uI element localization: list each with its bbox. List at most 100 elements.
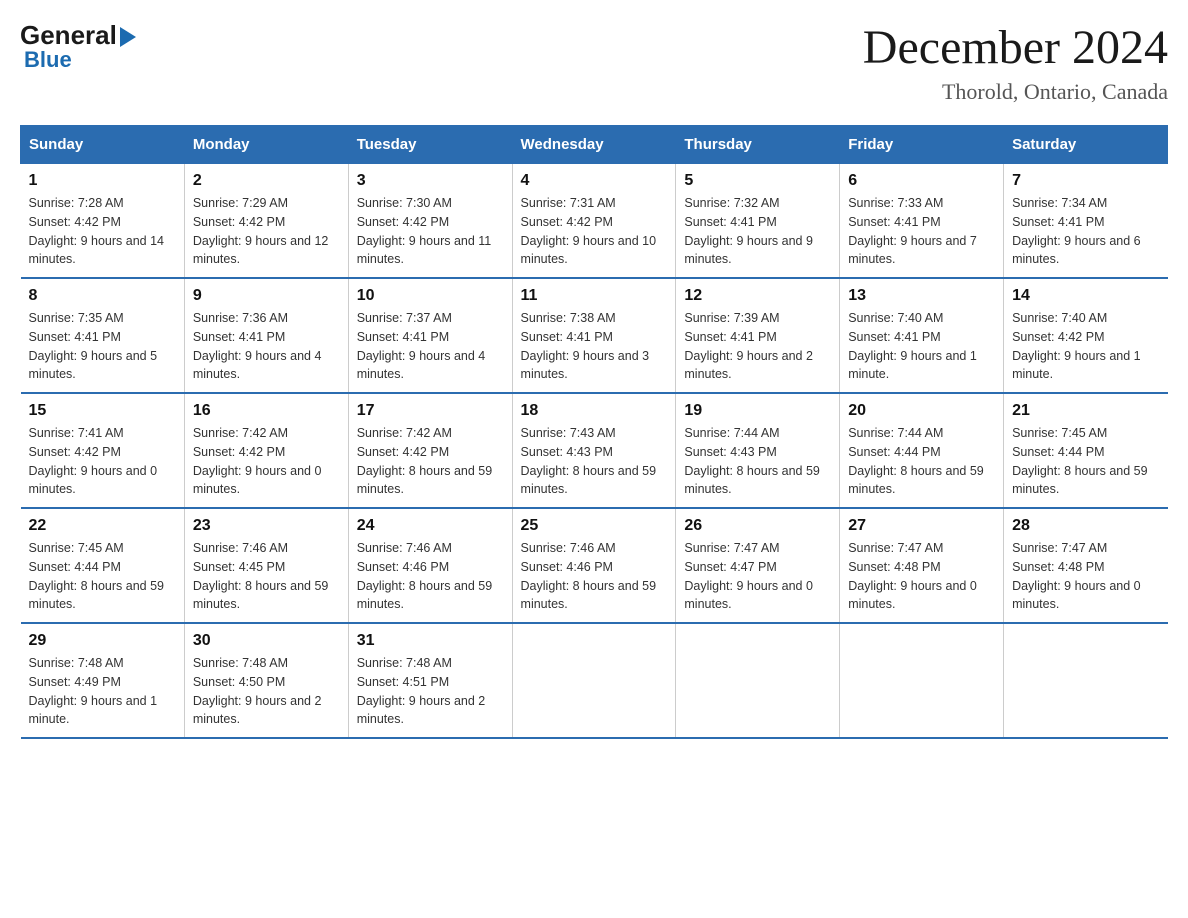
calendar-cell: 25 Sunrise: 7:46 AM Sunset: 4:46 PM Dayl… — [512, 508, 676, 623]
day-number: 21 — [1012, 402, 1159, 420]
day-number: 4 — [521, 172, 668, 190]
day-number: 20 — [848, 402, 995, 420]
day-number: 8 — [29, 287, 176, 305]
calendar-week-row: 22 Sunrise: 7:45 AM Sunset: 4:44 PM Dayl… — [21, 508, 1168, 623]
calendar-header-row: SundayMondayTuesdayWednesdayThursdayFrid… — [21, 126, 1168, 164]
day-number: 31 — [357, 632, 504, 650]
day-info: Sunrise: 7:46 AM Sunset: 4:45 PM Dayligh… — [193, 539, 340, 614]
day-number: 1 — [29, 172, 176, 190]
day-info: Sunrise: 7:40 AM Sunset: 4:42 PM Dayligh… — [1012, 309, 1159, 384]
calendar-cell — [840, 623, 1004, 738]
day-info: Sunrise: 7:42 AM Sunset: 4:42 PM Dayligh… — [193, 424, 340, 499]
day-number: 5 — [684, 172, 831, 190]
day-number: 19 — [684, 402, 831, 420]
calendar-cell: 5 Sunrise: 7:32 AM Sunset: 4:41 PM Dayli… — [676, 164, 840, 279]
calendar-cell: 31 Sunrise: 7:48 AM Sunset: 4:51 PM Dayl… — [348, 623, 512, 738]
day-info: Sunrise: 7:40 AM Sunset: 4:41 PM Dayligh… — [848, 309, 995, 384]
day-info: Sunrise: 7:48 AM Sunset: 4:51 PM Dayligh… — [357, 654, 504, 729]
calendar-cell: 15 Sunrise: 7:41 AM Sunset: 4:42 PM Dayl… — [21, 393, 185, 508]
day-number: 12 — [684, 287, 831, 305]
day-info: Sunrise: 7:44 AM Sunset: 4:43 PM Dayligh… — [684, 424, 831, 499]
day-info: Sunrise: 7:45 AM Sunset: 4:44 PM Dayligh… — [29, 539, 176, 614]
day-number: 30 — [193, 632, 340, 650]
calendar-cell: 1 Sunrise: 7:28 AM Sunset: 4:42 PM Dayli… — [21, 164, 185, 279]
page-header: General Blue December 2024 Thorold, Onta… — [20, 20, 1168, 105]
day-number: 28 — [1012, 517, 1159, 535]
calendar-cell: 30 Sunrise: 7:48 AM Sunset: 4:50 PM Dayl… — [184, 623, 348, 738]
calendar-cell — [1004, 623, 1168, 738]
calendar-cell: 2 Sunrise: 7:29 AM Sunset: 4:42 PM Dayli… — [184, 164, 348, 279]
day-info: Sunrise: 7:42 AM Sunset: 4:42 PM Dayligh… — [357, 424, 504, 499]
month-title: December 2024 — [863, 20, 1168, 75]
calendar-cell: 19 Sunrise: 7:44 AM Sunset: 4:43 PM Dayl… — [676, 393, 840, 508]
header-saturday: Saturday — [1004, 126, 1168, 164]
day-info: Sunrise: 7:28 AM Sunset: 4:42 PM Dayligh… — [29, 194, 176, 269]
calendar-cell: 9 Sunrise: 7:36 AM Sunset: 4:41 PM Dayli… — [184, 278, 348, 393]
header-sunday: Sunday — [21, 126, 185, 164]
day-number: 22 — [29, 517, 176, 535]
day-info: Sunrise: 7:48 AM Sunset: 4:50 PM Dayligh… — [193, 654, 340, 729]
day-info: Sunrise: 7:37 AM Sunset: 4:41 PM Dayligh… — [357, 309, 504, 384]
header-monday: Monday — [184, 126, 348, 164]
logo: General Blue — [20, 20, 136, 73]
day-info: Sunrise: 7:41 AM Sunset: 4:42 PM Dayligh… — [29, 424, 176, 499]
calendar-week-row: 1 Sunrise: 7:28 AM Sunset: 4:42 PM Dayli… — [21, 164, 1168, 279]
calendar-cell: 23 Sunrise: 7:46 AM Sunset: 4:45 PM Dayl… — [184, 508, 348, 623]
day-number: 3 — [357, 172, 504, 190]
day-number: 11 — [521, 287, 668, 305]
day-number: 2 — [193, 172, 340, 190]
calendar-cell: 14 Sunrise: 7:40 AM Sunset: 4:42 PM Dayl… — [1004, 278, 1168, 393]
header-thursday: Thursday — [676, 126, 840, 164]
calendar-cell: 20 Sunrise: 7:44 AM Sunset: 4:44 PM Dayl… — [840, 393, 1004, 508]
day-number: 7 — [1012, 172, 1159, 190]
calendar-cell: 18 Sunrise: 7:43 AM Sunset: 4:43 PM Dayl… — [512, 393, 676, 508]
calendar-cell: 11 Sunrise: 7:38 AM Sunset: 4:41 PM Dayl… — [512, 278, 676, 393]
day-number: 13 — [848, 287, 995, 305]
calendar-cell: 28 Sunrise: 7:47 AM Sunset: 4:48 PM Dayl… — [1004, 508, 1168, 623]
calendar-cell: 21 Sunrise: 7:45 AM Sunset: 4:44 PM Dayl… — [1004, 393, 1168, 508]
day-info: Sunrise: 7:38 AM Sunset: 4:41 PM Dayligh… — [521, 309, 668, 384]
day-info: Sunrise: 7:45 AM Sunset: 4:44 PM Dayligh… — [1012, 424, 1159, 499]
calendar-cell: 22 Sunrise: 7:45 AM Sunset: 4:44 PM Dayl… — [21, 508, 185, 623]
calendar-cell — [512, 623, 676, 738]
calendar-cell: 8 Sunrise: 7:35 AM Sunset: 4:41 PM Dayli… — [21, 278, 185, 393]
logo-blue-text: Blue — [24, 47, 72, 73]
day-number: 16 — [193, 402, 340, 420]
calendar-cell: 6 Sunrise: 7:33 AM Sunset: 4:41 PM Dayli… — [840, 164, 1004, 279]
calendar-cell: 16 Sunrise: 7:42 AM Sunset: 4:42 PM Dayl… — [184, 393, 348, 508]
calendar-cell: 17 Sunrise: 7:42 AM Sunset: 4:42 PM Dayl… — [348, 393, 512, 508]
calendar-cell — [676, 623, 840, 738]
calendar-cell: 24 Sunrise: 7:46 AM Sunset: 4:46 PM Dayl… — [348, 508, 512, 623]
calendar-cell: 10 Sunrise: 7:37 AM Sunset: 4:41 PM Dayl… — [348, 278, 512, 393]
day-info: Sunrise: 7:39 AM Sunset: 4:41 PM Dayligh… — [684, 309, 831, 384]
location-title: Thorold, Ontario, Canada — [863, 79, 1168, 105]
day-info: Sunrise: 7:46 AM Sunset: 4:46 PM Dayligh… — [357, 539, 504, 614]
day-info: Sunrise: 7:31 AM Sunset: 4:42 PM Dayligh… — [521, 194, 668, 269]
logo-arrow-icon — [120, 27, 136, 47]
calendar-cell: 27 Sunrise: 7:47 AM Sunset: 4:48 PM Dayl… — [840, 508, 1004, 623]
day-info: Sunrise: 7:35 AM Sunset: 4:41 PM Dayligh… — [29, 309, 176, 384]
calendar-table: SundayMondayTuesdayWednesdayThursdayFrid… — [20, 125, 1168, 739]
day-number: 18 — [521, 402, 668, 420]
calendar-cell: 13 Sunrise: 7:40 AM Sunset: 4:41 PM Dayl… — [840, 278, 1004, 393]
calendar-cell: 26 Sunrise: 7:47 AM Sunset: 4:47 PM Dayl… — [676, 508, 840, 623]
day-number: 29 — [29, 632, 176, 650]
day-info: Sunrise: 7:33 AM Sunset: 4:41 PM Dayligh… — [848, 194, 995, 269]
day-info: Sunrise: 7:47 AM Sunset: 4:48 PM Dayligh… — [848, 539, 995, 614]
calendar-cell: 29 Sunrise: 7:48 AM Sunset: 4:49 PM Dayl… — [21, 623, 185, 738]
day-number: 14 — [1012, 287, 1159, 305]
day-number: 9 — [193, 287, 340, 305]
day-number: 6 — [848, 172, 995, 190]
day-number: 23 — [193, 517, 340, 535]
day-info: Sunrise: 7:34 AM Sunset: 4:41 PM Dayligh… — [1012, 194, 1159, 269]
header-wednesday: Wednesday — [512, 126, 676, 164]
day-info: Sunrise: 7:32 AM Sunset: 4:41 PM Dayligh… — [684, 194, 831, 269]
calendar-week-row: 8 Sunrise: 7:35 AM Sunset: 4:41 PM Dayli… — [21, 278, 1168, 393]
calendar-week-row: 29 Sunrise: 7:48 AM Sunset: 4:49 PM Dayl… — [21, 623, 1168, 738]
title-area: December 2024 Thorold, Ontario, Canada — [863, 20, 1168, 105]
day-info: Sunrise: 7:46 AM Sunset: 4:46 PM Dayligh… — [521, 539, 668, 614]
day-info: Sunrise: 7:29 AM Sunset: 4:42 PM Dayligh… — [193, 194, 340, 269]
day-info: Sunrise: 7:44 AM Sunset: 4:44 PM Dayligh… — [848, 424, 995, 499]
day-number: 10 — [357, 287, 504, 305]
day-info: Sunrise: 7:43 AM Sunset: 4:43 PM Dayligh… — [521, 424, 668, 499]
